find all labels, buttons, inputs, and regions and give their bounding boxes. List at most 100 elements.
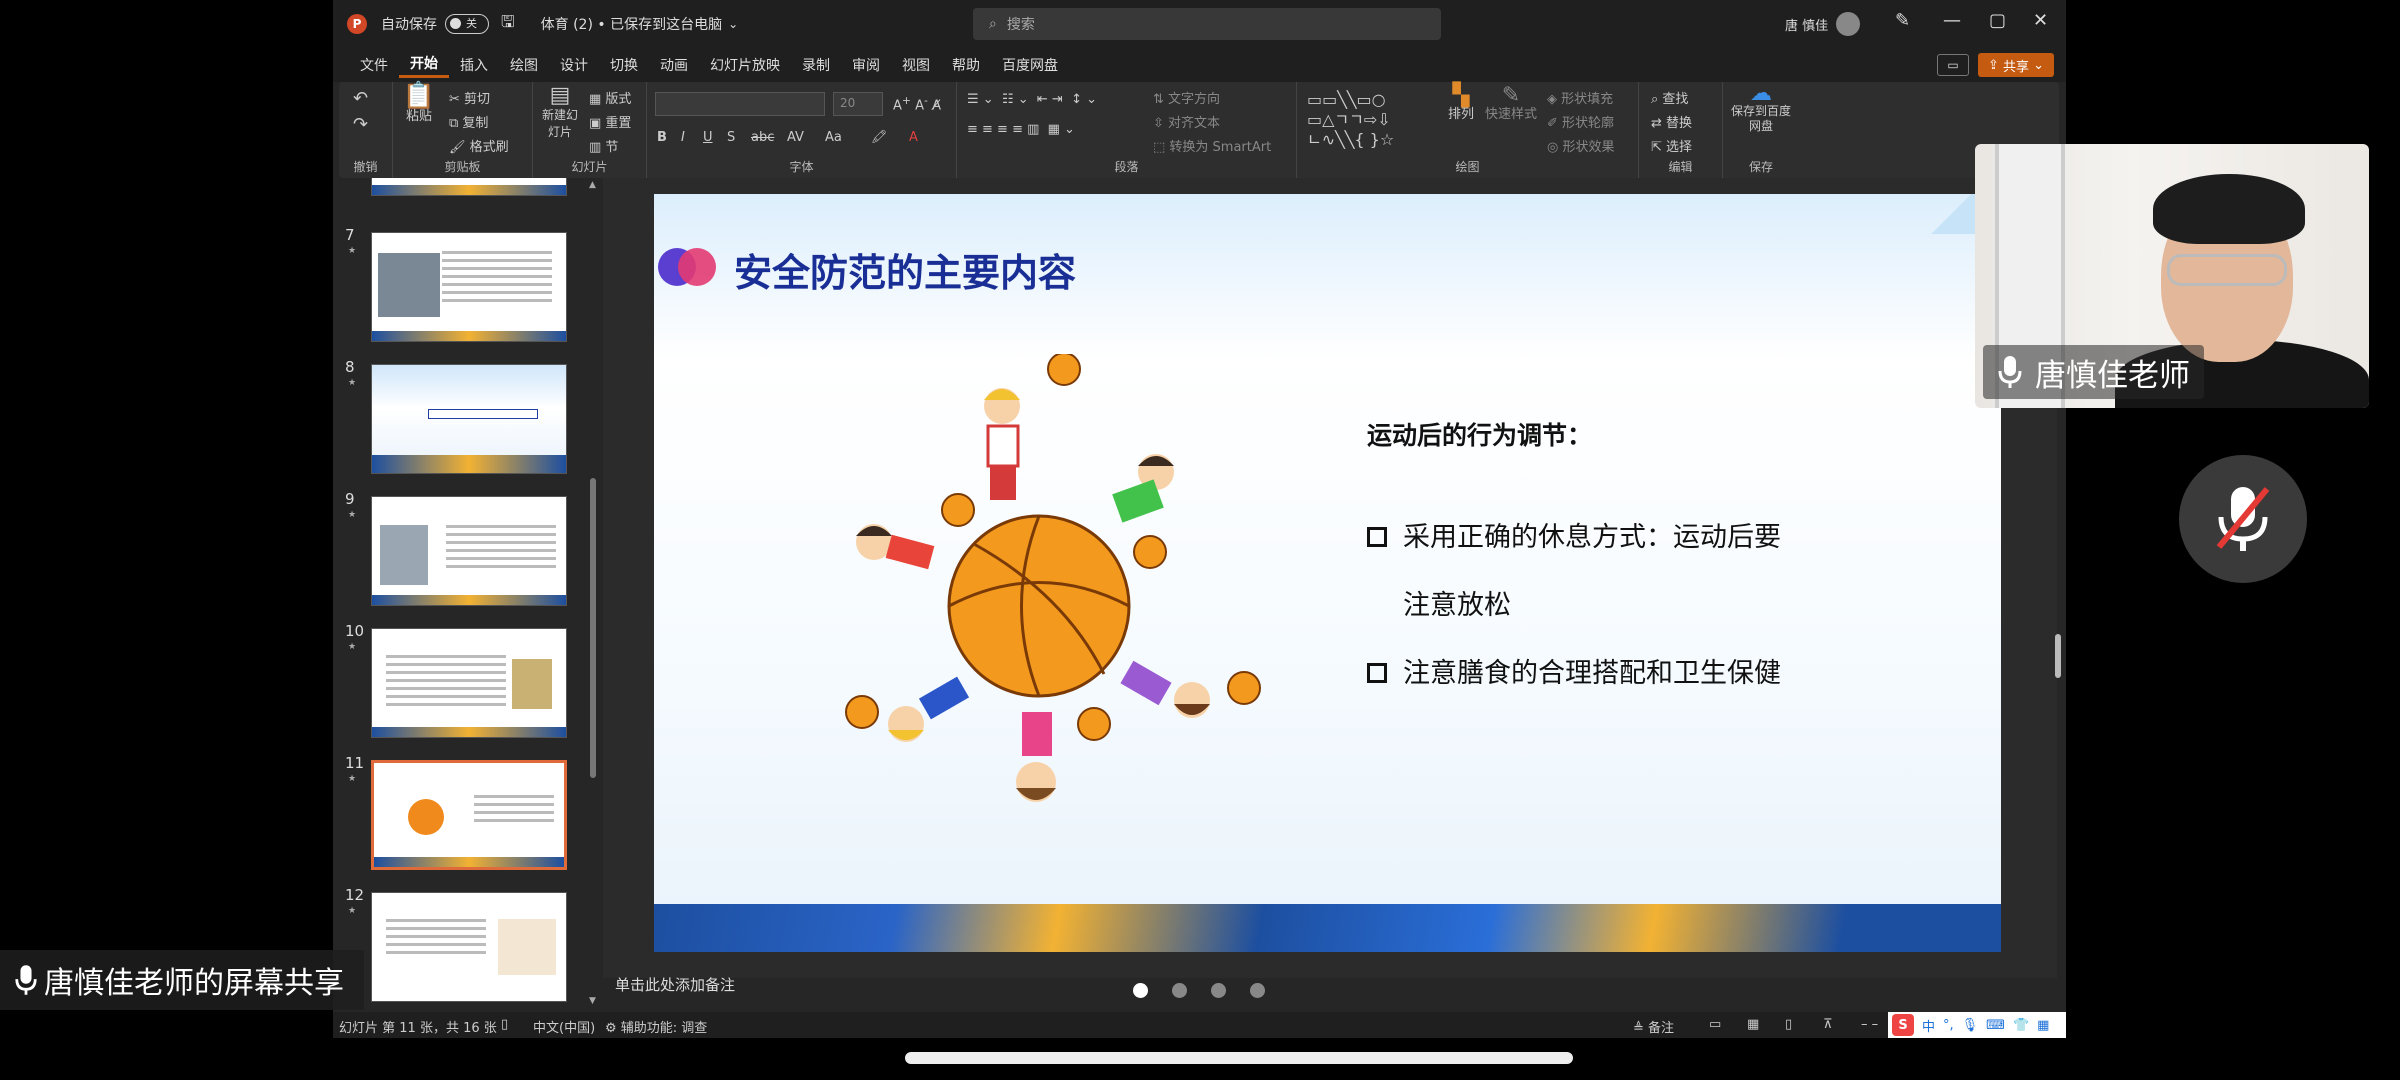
- ime-toolbar[interactable]: S 中 °, 🎙 ⌨ 👕 ▦: [1888, 1012, 2066, 1038]
- save-icon[interactable]: 🖫: [501, 11, 515, 38]
- italic-icon[interactable]: I: [681, 130, 685, 145]
- replace-button[interactable]: ⇄ 替换: [1651, 112, 1692, 131]
- arrange-button[interactable]: ▚ 排列: [1443, 85, 1479, 123]
- bullets-icon[interactable]: ☰ ⌄ ☷ ⌄ ⇤ ⇥ ↕ ⌄: [967, 92, 1097, 107]
- copy-button[interactable]: ⧉ 复制: [449, 112, 488, 131]
- bullet-item[interactable]: 采用正确的休息方式：运动后要: [1367, 504, 1781, 572]
- slideshow-icon[interactable]: ⊼: [1823, 1017, 1833, 1032]
- slide-title[interactable]: 安全防范的主要内容: [734, 242, 1076, 297]
- keyboard-icon[interactable]: ⌨: [1986, 1018, 2005, 1033]
- quick-styles-button[interactable]: ✎ 快速样式: [1483, 85, 1539, 123]
- font-size-input[interactable]: 20: [833, 92, 883, 116]
- change-case-icon[interactable]: Aa: [825, 130, 842, 145]
- thumbnail-slide-9[interactable]: [371, 496, 567, 606]
- align-text-button[interactable]: ⇳ 对齐文本: [1153, 112, 1220, 131]
- menu-draw[interactable]: 绘图: [499, 55, 549, 75]
- strikethrough-icon[interactable]: abc: [751, 130, 774, 145]
- accessibility-status[interactable]: ⚙ 辅助功能: 调查: [605, 1017, 707, 1036]
- new-slide-button[interactable]: ▤ 新建幻灯片: [537, 85, 583, 141]
- text-direction-button[interactable]: ⇅ 文字方向: [1153, 88, 1220, 107]
- shape-effects-button[interactable]: ◎ 形状效果: [1547, 136, 1615, 155]
- shapes-gallery[interactable]: ▭▭╲╲▭○ ▭△ㄱㄱ⇨⇩ ㄴ∿╲╲{ }☆: [1307, 90, 1394, 150]
- slide-sorter-icon[interactable]: ▦: [1747, 1017, 1759, 1032]
- menu-transitions[interactable]: 切换: [599, 55, 649, 75]
- menu-review[interactable]: 审阅: [841, 55, 891, 75]
- autosave-toggle[interactable]: 关: [445, 14, 489, 34]
- close-icon[interactable]: ✕: [2033, 10, 2048, 31]
- paste-button[interactable]: 📋 粘贴: [401, 83, 437, 125]
- bullet-item[interactable]: 注意膳食的合理搭配和卫生保健: [1367, 640, 1781, 708]
- share-button[interactable]: ⇪ 共享 ⌄: [1978, 53, 2054, 77]
- normal-view-icon[interactable]: ▭: [1709, 1017, 1721, 1032]
- thumbnail-slide-12[interactable]: [371, 892, 567, 1002]
- chevron-down-icon[interactable]: ⌄: [728, 17, 738, 31]
- menu-insert[interactable]: 插入: [449, 55, 499, 75]
- mic-icon[interactable]: 🎙: [1962, 1018, 1979, 1033]
- shadow-icon[interactable]: S: [727, 130, 735, 145]
- highlight-icon[interactable]: 🖍: [871, 130, 888, 145]
- redo-icon[interactable]: ↷: [353, 114, 368, 135]
- thumbnail-slide-10[interactable]: [371, 628, 567, 738]
- bold-icon[interactable]: B: [657, 130, 667, 145]
- pen-icon[interactable]: ✎: [1895, 10, 1910, 31]
- thumbnails-scrollbar[interactable]: ▲ ▼: [589, 178, 597, 1008]
- reading-view-icon[interactable]: ▯: [1785, 1017, 1792, 1032]
- menu-help[interactable]: 帮助: [941, 55, 991, 75]
- document-title[interactable]: 体育 (2) • 已保存到这台电脑: [541, 14, 722, 34]
- maximize-icon[interactable]: ▢: [1989, 10, 2006, 31]
- format-painter-button[interactable]: 🖌 格式刷: [449, 136, 509, 155]
- basketball-kids-illustration[interactable]: [804, 354, 1274, 814]
- home-indicator[interactable]: [905, 1052, 1573, 1064]
- save-to-baidu-button[interactable]: ☁ 保存到百度网盘: [1729, 83, 1793, 134]
- thumbnail-slide-7[interactable]: [371, 232, 567, 342]
- undo-icon[interactable]: ↶: [353, 88, 368, 109]
- smartart-button[interactable]: ⬚ 转换为 SmartArt: [1153, 136, 1271, 155]
- scrollbar-thumb[interactable]: [590, 478, 596, 778]
- select-button[interactable]: ⇱ 选择: [1651, 136, 1692, 155]
- zoom-slider[interactable]: – –: [1861, 1017, 1878, 1032]
- scroll-down-icon[interactable]: ▼: [589, 996, 596, 1006]
- menu-slideshow[interactable]: 幻灯片放映: [699, 55, 791, 75]
- menu-view[interactable]: 视图: [891, 55, 941, 75]
- menu-file[interactable]: 文件: [349, 55, 399, 75]
- grid-icon[interactable]: ▦: [2037, 1018, 2049, 1033]
- align-icons[interactable]: ≡ ≡ ≡ ≡ ▥ ▦ ⌄: [967, 122, 1075, 137]
- reset-button[interactable]: ▣ 重置: [589, 112, 631, 131]
- comments-button[interactable]: ▭: [1937, 54, 1969, 76]
- font-name-input[interactable]: [655, 92, 825, 116]
- menu-home[interactable]: 开始: [399, 53, 449, 78]
- shape-fill-button[interactable]: ◈ 形状填充: [1547, 88, 1613, 107]
- user-account[interactable]: 唐 慎佳: [1785, 12, 1861, 36]
- page-dot[interactable]: [1250, 983, 1265, 998]
- spellcheck-icon[interactable]: ▯: [501, 1017, 508, 1032]
- find-button[interactable]: ⌕ 查找: [1651, 88, 1688, 107]
- section-button[interactable]: ▥ 节: [589, 136, 618, 155]
- layout-button[interactable]: ▦ 版式: [589, 88, 631, 107]
- thumbnail-slide-11[interactable]: [371, 760, 567, 870]
- scroll-up-icon[interactable]: ▲: [589, 180, 596, 190]
- page-dot[interactable]: [1211, 983, 1226, 998]
- char-spacing-icon[interactable]: AV: [787, 130, 804, 145]
- thumbnail-slide-8[interactable]: [371, 364, 567, 474]
- grow-font-icon[interactable]: A+ A- A̸: [893, 94, 941, 113]
- page-dot[interactable]: [1172, 983, 1187, 998]
- cut-button[interactable]: ✂ 剪切: [449, 88, 490, 107]
- menu-record[interactable]: 录制: [791, 55, 841, 75]
- language-status[interactable]: 中文(中国): [533, 1017, 595, 1036]
- slide-canvas[interactable]: 安全防范的主要内容 运动后的行为调节： 采用正确的休息方式：运动后要 注意放松 …: [654, 194, 2001, 952]
- notes-pane[interactable]: 单击此处添加备注: [615, 974, 735, 995]
- notes-button[interactable]: ≜ 备注: [1633, 1017, 1674, 1036]
- scrollbar-thumb[interactable]: [2055, 634, 2061, 678]
- menu-baidu[interactable]: 百度网盘: [991, 55, 1069, 75]
- speaker-video[interactable]: 唐慎佳老师: [1975, 144, 2369, 408]
- bullet-continuation[interactable]: 注意放松: [1403, 572, 1511, 640]
- skin-icon[interactable]: 👕: [2013, 1018, 2029, 1033]
- underline-icon[interactable]: U: [703, 130, 713, 145]
- font-color-icon[interactable]: A: [909, 130, 918, 145]
- mic-muted-button[interactable]: [2179, 455, 2307, 583]
- shape-outline-button[interactable]: ✐ 形状轮廓: [1547, 112, 1614, 131]
- page-dot[interactable]: [1133, 983, 1148, 998]
- thumbnail-slide-6[interactable]: [371, 178, 567, 196]
- menu-animations[interactable]: 动画: [649, 55, 699, 75]
- menu-design[interactable]: 设计: [549, 55, 599, 75]
